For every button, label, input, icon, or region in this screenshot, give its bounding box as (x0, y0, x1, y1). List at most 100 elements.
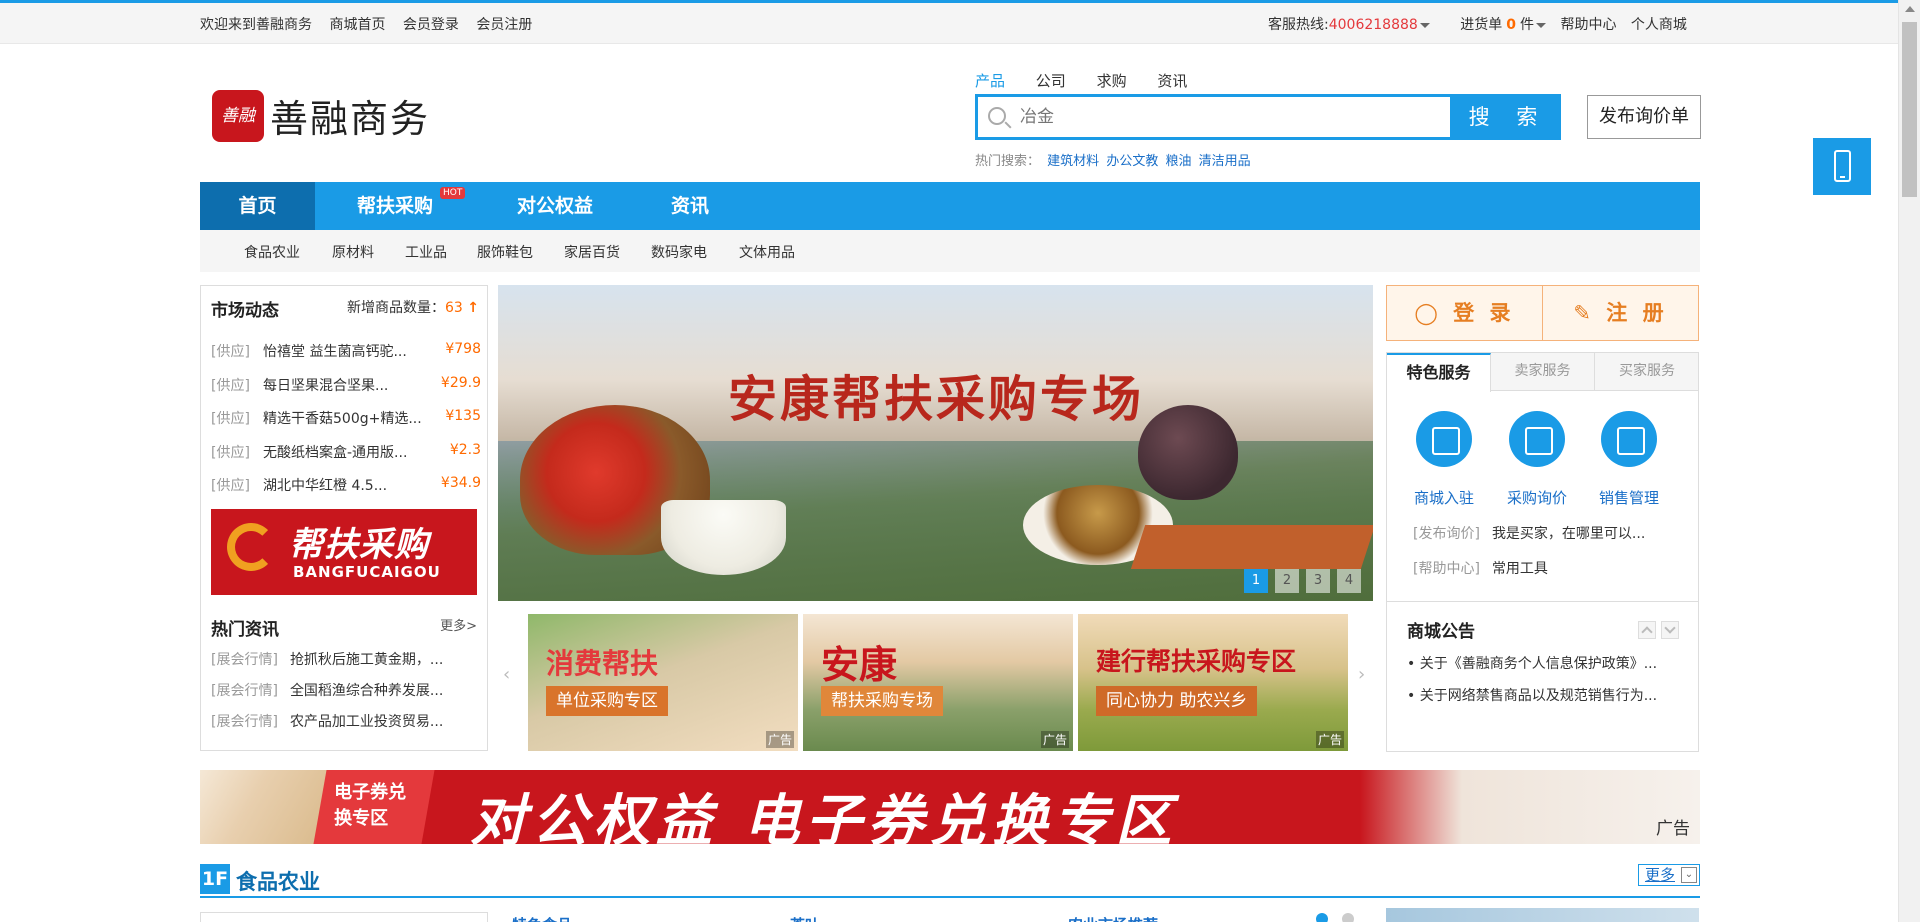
chevron-right-icon[interactable]: › (1358, 664, 1365, 685)
scrollbar-thumb[interactable] (1902, 22, 1917, 197)
hotline-number: 4006218888 (1328, 17, 1418, 33)
floor-pager (1316, 913, 1368, 922)
sales-tag-icon[interactable] (1601, 411, 1657, 467)
arrow-up-icon: ↑ (467, 300, 479, 316)
category-link[interactable]: 食品农业 (244, 242, 300, 262)
banner-dot[interactable]: 3 (1306, 569, 1330, 593)
link-personal-mall[interactable]: 个人商城 (1631, 17, 1687, 33)
building-icon[interactable] (1416, 411, 1472, 467)
floor-subtitle[interactable]: 特色食品 (512, 914, 572, 922)
floor-number: 1F (200, 864, 230, 894)
link-member-login[interactable]: 会员登录 (403, 17, 459, 33)
hotline[interactable]: 客服热线:4006218888 (1268, 17, 1430, 33)
market-row[interactable]: [供应] 每日坚果混合坚果... ¥29.9 (211, 375, 481, 395)
hot-news-more-link[interactable]: 更多> (440, 615, 477, 634)
ad-card[interactable]: 消费帮扶 单位采购专区 广告 (528, 614, 798, 751)
cart-link[interactable]: 进货单 0 件 (1460, 17, 1546, 33)
search-button[interactable]: 搜 索 (1450, 97, 1558, 137)
search-tab-company[interactable]: 公司 (1036, 72, 1066, 90)
register-button[interactable]: ✎ 注 册 (1543, 286, 1698, 340)
search-tab-news[interactable]: 资讯 (1157, 72, 1187, 90)
tab-featured-services[interactable]: 特色服务 (1387, 353, 1491, 392)
scroll-up-icon[interactable] (1905, 6, 1915, 12)
collapse-icon[interactable]: ⌄ (1681, 867, 1697, 883)
chevron-left-icon[interactable]: ‹ (503, 664, 510, 685)
search-tab-product[interactable]: 产品 (975, 72, 1005, 90)
category-link[interactable]: 文体用品 (739, 242, 795, 262)
hero-banner[interactable]: 安康帮扶采购专场 1 2 3 4 (498, 285, 1373, 601)
category-link[interactable]: 服饰鞋包 (477, 242, 533, 262)
floor-subtitle[interactable]: 茶叶 (790, 914, 820, 922)
service-row[interactable]: [帮助中心] 常用工具 (1413, 558, 1548, 578)
chevron-up-icon[interactable] (1638, 621, 1656, 639)
ad-card[interactable]: 建行帮扶采购专区 同心协力 助农兴乡 广告 (1078, 614, 1348, 751)
logo-text: 善融商务 (270, 97, 431, 141)
floor-dot[interactable] (1316, 913, 1328, 922)
hot-keyword[interactable]: 粮油 (1165, 154, 1191, 169)
floor-ad-image[interactable] (1386, 908, 1699, 922)
news-tag: [展会行情] (211, 683, 278, 699)
ad-card[interactable]: 安康 帮扶采购专场 广告 (803, 614, 1073, 751)
search-tab-purchase[interactable]: 求购 (1097, 72, 1127, 90)
market-row[interactable]: [供应] 精选干香菇500g+精选... ¥135 (211, 408, 481, 428)
publish-rfq-button[interactable]: 发布询价单 (1587, 95, 1701, 139)
ad-card-title: 消费帮扶 (546, 647, 659, 680)
news-row[interactable]: [展会行情] 全国稻渔综合种养发展... (211, 680, 443, 700)
service-mall-entry[interactable]: 商城入驻 (1399, 487, 1489, 508)
news-row[interactable]: [展会行情] 抢抓秋后施工黄金期，... (211, 649, 443, 669)
service-row[interactable]: [发布询价] 我是买家，在哪里可以... (1413, 523, 1645, 543)
page-scrollbar[interactable] (1898, 0, 1920, 922)
floor-dot[interactable] (1342, 913, 1354, 922)
floor-more-link[interactable]: 更多 ⌄ (1637, 864, 1700, 886)
chevron-down-icon[interactable] (1661, 621, 1679, 639)
site-logo[interactable]: 善融 善融商务 (212, 88, 430, 143)
notice-item[interactable]: • 关于网络禁售商品以及规范销售行为... (1407, 685, 1657, 705)
top-bar-right: 客服热线:4006218888 进货单 0 件 帮助中心 个人商城 (1268, 14, 1697, 34)
link-help-center[interactable]: 帮助中心 (1560, 17, 1616, 33)
banner-dot[interactable]: 1 (1244, 569, 1268, 593)
wide-ad-banner[interactable]: 电子券兑换专区 对公权益 电子券兑换专区 广告 (200, 770, 1700, 844)
cart-count: 0 (1506, 17, 1516, 33)
hot-keyword[interactable]: 清洁用品 (1199, 154, 1251, 169)
market-row[interactable]: [供应] 无酸纸档案盒-通用版... ¥2.3 (211, 442, 481, 462)
bangfu-banner[interactable]: 帮扶采购 BANGFUCAIGOU (211, 509, 477, 595)
wide-banner-title: 对公权益 电子券兑换专区 (470, 789, 1178, 844)
link-mall-home[interactable]: 商城首页 (329, 17, 385, 33)
bangfu-logo-icon (227, 523, 275, 571)
row-price: ¥135 (445, 408, 481, 424)
tab-buyer-services[interactable]: 买家服务 (1595, 353, 1699, 391)
basket-icon[interactable] (1509, 411, 1565, 467)
banner-dot[interactable]: 2 (1275, 569, 1299, 593)
market-row[interactable]: [供应] 怡禧堂 益生菌高钙驼... ¥798 (211, 341, 481, 361)
notice-item[interactable]: • 关于《善融商务个人信息保护政策》... (1407, 653, 1657, 673)
login-button[interactable]: ◯ 登 录 (1387, 286, 1542, 340)
search-input[interactable] (1020, 103, 1420, 131)
hot-keyword[interactable]: 建筑材料 (1047, 154, 1099, 169)
search-box: 搜 索 (975, 94, 1561, 140)
mobile-phone-icon (1834, 150, 1851, 182)
floor-subtitle[interactable]: 农业市场推荐 (1068, 914, 1158, 922)
service-sales-management[interactable]: 销售管理 (1584, 487, 1674, 508)
banner-dot[interactable]: 4 (1337, 569, 1361, 593)
news-title: 抢抓秋后施工黄金期，... (289, 652, 444, 668)
nav-item-news[interactable]: 资讯 (635, 182, 745, 230)
nav-item-assist-purchase[interactable]: 帮扶采购 HOT (315, 182, 475, 230)
mobile-app-button[interactable] (1813, 138, 1871, 195)
news-row[interactable]: [展会行情] 农产品加工业投资贸易... (211, 711, 443, 731)
category-link[interactable]: 工业品 (405, 242, 447, 262)
tab-seller-services[interactable]: 卖家服务 (1491, 353, 1595, 391)
row-tag: [供应] (211, 478, 250, 494)
new-count-label: 新增商品数量： (346, 300, 445, 316)
category-link[interactable]: 家居百货 (564, 242, 620, 262)
top-bar: 欢迎来到善融商务 商城首页 会员登录 会员注册 客服热线:4006218888 … (0, 0, 1898, 44)
service-purchase-inquiry[interactable]: 采购询价 (1492, 487, 1582, 508)
nav-item-home[interactable]: 首页 (200, 182, 315, 230)
link-member-register[interactable]: 会员注册 (476, 17, 532, 33)
page: 欢迎来到善融商务 商城首页 会员登录 会员注册 客服热线:4006218888 … (0, 0, 1920, 922)
category-link[interactable]: 数码家电 (651, 242, 707, 262)
market-row[interactable]: [供应] 湖北中华红橙 4.5... ¥34.9 (211, 475, 481, 495)
nav-item-corporate-benefits[interactable]: 对公权益 (475, 182, 635, 230)
hot-keyword[interactable]: 办公文教 (1106, 154, 1158, 169)
category-link[interactable]: 原材料 (332, 242, 374, 262)
ad-card-subtitle: 单位采购专区 (546, 686, 668, 716)
